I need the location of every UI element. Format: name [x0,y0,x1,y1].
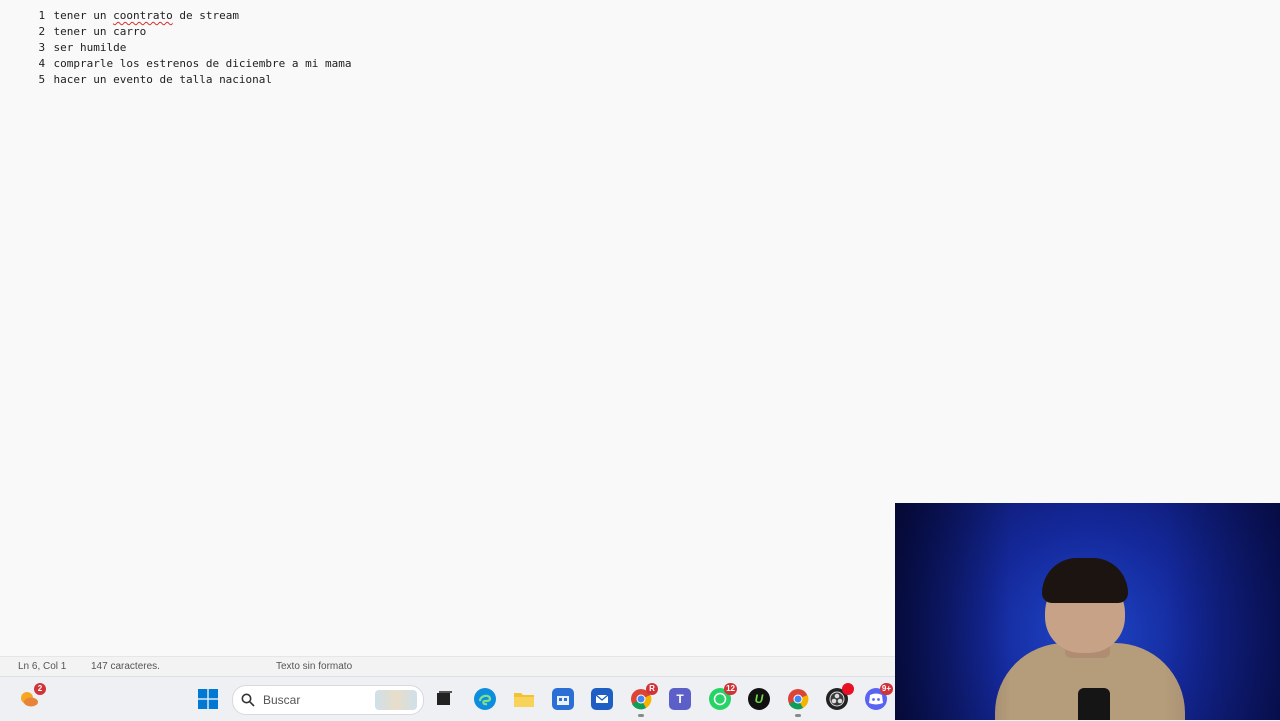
discord-badge: 9+ [879,683,893,695]
running-indicator [795,714,801,717]
whatsapp-badge: 12 [724,683,737,695]
search-highlight-illustration [375,690,417,710]
teams-icon: T [676,692,684,706]
mail-icon [595,694,609,703]
weather-badge: 2 [34,683,46,695]
obs-app-icon[interactable] [826,683,854,710]
chrome-app-icon[interactable]: R [630,683,658,717]
webcam-shading [895,503,1280,720]
obs-icon [829,691,845,707]
text-format[interactable]: Texto sin formato [276,661,352,672]
weather-widget-icon[interactable]: 2 [18,683,46,710]
discord-icon [869,693,883,705]
cursor-position[interactable]: Ln 6, Col 1 [18,661,66,672]
outlook-app-icon[interactable] [591,688,613,710]
chrome-badge: R [646,683,658,695]
status-bar: Ln 6, Col 1 147 caracteres. Texto sin fo… [0,656,895,677]
edge-icon [478,694,492,706]
whatsapp-icon [713,692,727,706]
windows-logo-icon [198,689,218,709]
running-indicator [638,714,644,717]
edge-app-icon[interactable] [474,688,496,710]
file-explorer-icon[interactable] [513,688,535,710]
chrome-profile-app-icon[interactable] [787,688,809,717]
editor-line-2: 2 tener un carro [38,25,147,38]
editor-line-5: 5 hacer un evento de talla nacional [38,73,273,86]
u-icon: U [754,692,764,706]
webcam-overlay [895,503,1280,720]
u-app-icon[interactable]: U [748,688,770,710]
search-icon [241,693,255,707]
task-view-icon [437,691,452,705]
search-placeholder: Buscar [263,693,301,707]
obs-recording-dot [842,683,854,695]
taskbar-search[interactable]: Buscar [232,685,424,715]
teams-app-icon[interactable]: T [669,688,691,710]
store-icon [557,696,569,705]
character-count: 147 caracteres. [91,661,160,672]
task-view-button[interactable] [433,688,455,710]
editor-line-3: 3 ser humilde [38,41,127,54]
editor-line-1: 1 tener un coontrato de stream [38,9,239,22]
start-button[interactable] [197,688,219,710]
whatsapp-app-icon[interactable]: 12 [709,683,737,710]
store-app-icon[interactable] [552,688,574,710]
editor-line-4: 4 comprarle los estrenos de diciembre a m… [38,57,352,70]
folder-icon [514,693,534,707]
chrome-icon [788,689,809,710]
discord-app-icon[interactable]: 9+ [865,683,893,710]
